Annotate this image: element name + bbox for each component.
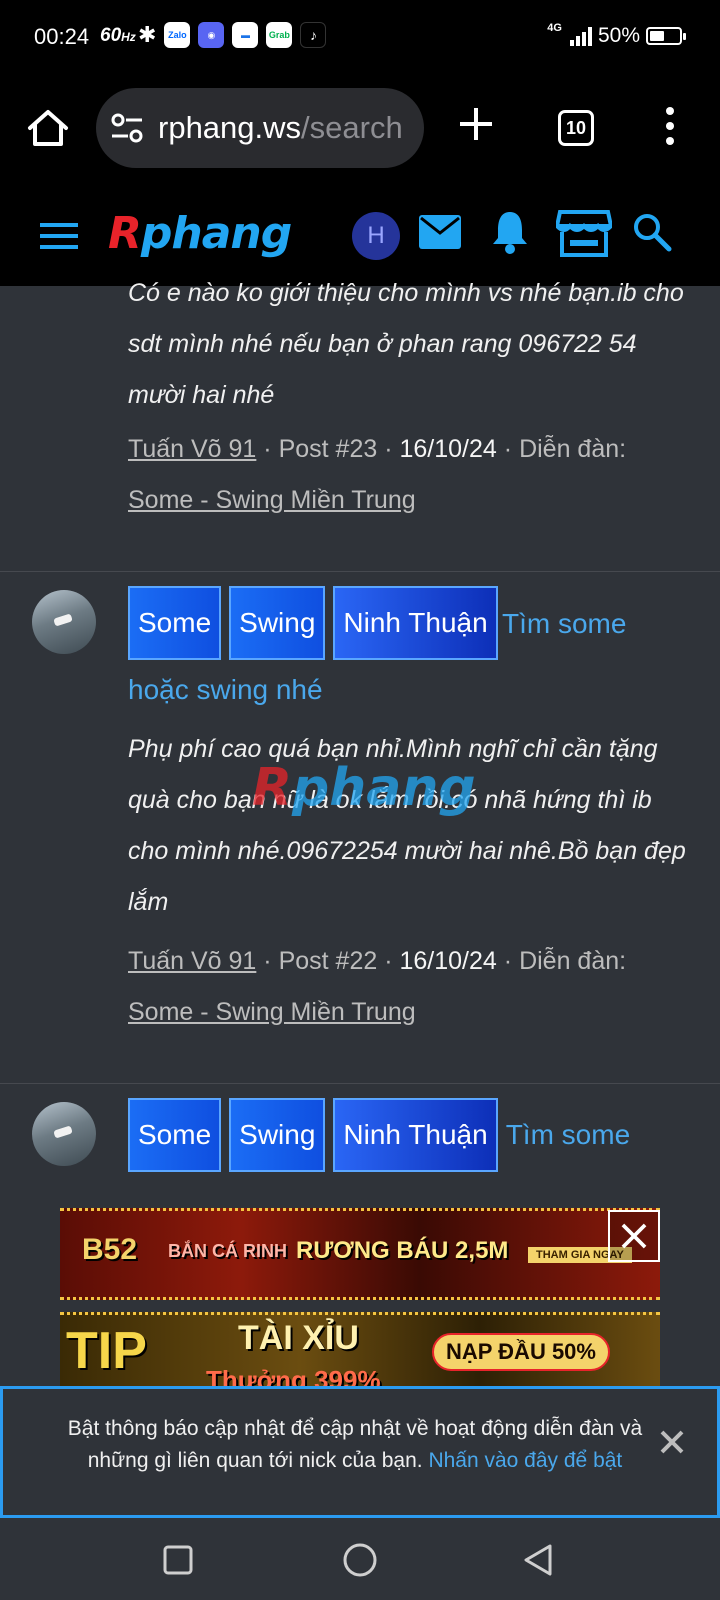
battery-icon xyxy=(646,27,686,45)
network-type: 4G xyxy=(547,22,562,34)
forum-label: Diễn đàn: xyxy=(519,947,627,975)
banner-ad[interactable]: B52 BẮN CÁ RINH RƯƠNG BÁU 2,5M THAM GIA … xyxy=(60,1208,660,1300)
search-icon[interactable] xyxy=(632,212,672,252)
signal-icon xyxy=(569,26,592,46)
ad-text: TÀI XỈU xyxy=(238,1319,359,1357)
notification-message: Bật thông báo cập nhật để cập nhật về ho… xyxy=(67,1417,643,1472)
tiktok-icon: ♪ xyxy=(300,22,327,48)
zalo-icon: Zalo xyxy=(164,22,191,48)
post-date: 16/10/24 xyxy=(399,435,497,463)
grab-icon: Grab xyxy=(266,22,293,48)
post-date: 16/10/24 xyxy=(399,947,497,975)
post-meta: Tuấn Võ 91 · Post #23 · 16/10/24 · Diễn … xyxy=(128,435,627,514)
ad-text: BẮN CÁ RINH xyxy=(168,1241,287,1261)
mail-icon[interactable] xyxy=(418,214,462,250)
address-bar[interactable]: rphang.ws/search xyxy=(96,88,424,168)
ad-text: RƯƠNG BÁU 2,5M xyxy=(296,1237,509,1264)
ad-text: B52 xyxy=(82,1233,138,1266)
battery-percent: 50% xyxy=(597,24,640,47)
new-tab-icon[interactable] xyxy=(456,104,496,144)
post-snippet[interactable]: Có e nào ko giới thiệu cho mình vs nhé b… xyxy=(128,268,688,421)
ad-text: NẠP ĐẦU 50% xyxy=(432,1333,610,1371)
system-indicators: 4G 50% xyxy=(547,22,686,48)
site-settings-icon[interactable] xyxy=(110,112,144,144)
url-text: rphang.ws/search xyxy=(158,110,403,145)
close-icon[interactable] xyxy=(659,1429,685,1455)
messages-icon: ▬ xyxy=(232,22,259,48)
author-avatar[interactable] xyxy=(32,590,96,654)
author-link[interactable]: Tuấn Võ 91 xyxy=(128,435,256,463)
post-meta: Tuấn Võ 91 · Post #22 · 16/10/24 · Diễn … xyxy=(128,947,627,1026)
search-result-item[interactable]: Có e nào ko giới thiệu cho mình vs nhé b… xyxy=(0,279,720,572)
author-link[interactable]: Tuấn Võ 91 xyxy=(128,947,256,975)
bell-icon[interactable] xyxy=(490,208,530,254)
more-menu-icon[interactable] xyxy=(664,106,676,146)
discord-icon: ◉ xyxy=(198,22,225,48)
post-number[interactable]: Post #23 xyxy=(279,435,378,463)
search-result-item[interactable]: Some Swing Ninh Thuận Tìm some hoặc swin… xyxy=(0,572,720,1084)
push-notification-banner: Bật thông báo cập nhật để cập nhật về ho… xyxy=(0,1386,720,1518)
store-icon[interactable] xyxy=(556,208,612,258)
hamburger-menu-icon[interactable] xyxy=(40,222,78,250)
search-results: Có e nào ko giới thiệu cho mình vs nhé b… xyxy=(0,279,720,1392)
clock: 00:24 xyxy=(34,24,90,49)
post-snippet[interactable]: Phụ phí cao quá bạn nhỉ.Mình nghĩ chỉ cầ… xyxy=(128,724,688,928)
home-circle-icon[interactable] xyxy=(340,1540,380,1580)
tab-switcher-button[interactable]: 10 xyxy=(558,110,594,146)
forum-label: Diễn đàn: xyxy=(519,435,627,463)
close-ad-icon[interactable] xyxy=(608,1210,660,1262)
recents-icon[interactable] xyxy=(158,1540,198,1580)
status-bar: 00:24 60Hz ✱ Zalo ◉ ▬ Grab ♪ 4G 50% xyxy=(0,0,720,76)
bluetooth-icon: ✱ xyxy=(138,22,157,47)
thread-title-link[interactable]: Tìm some hoặc swing nhé xyxy=(128,591,688,723)
author-avatar[interactable] xyxy=(32,1102,96,1166)
user-avatar[interactable]: H xyxy=(352,212,400,260)
tag-some[interactable]: Some xyxy=(128,1098,222,1172)
site-logo[interactable]: Rphang xyxy=(108,208,292,259)
tag-ninh-thuan[interactable]: Ninh Thuận xyxy=(333,1098,498,1172)
enable-notifications-link[interactable]: Nhấn vào đây để bật xyxy=(428,1449,622,1472)
tag-swing[interactable]: Swing xyxy=(229,1098,326,1172)
thread-title-link[interactable]: Tìm some xyxy=(506,1102,630,1168)
forum-link[interactable]: Some - Swing Miền Trung xyxy=(128,486,416,514)
refresh-rate: 60Hz xyxy=(100,25,136,46)
ad-text: TIP xyxy=(66,1322,147,1380)
post-number[interactable]: Post #22 xyxy=(279,947,378,975)
browser-toolbar: rphang.ws/search 10 xyxy=(0,76,720,194)
battery-level xyxy=(650,31,664,41)
banner-ad[interactable]: TIP TÀI XỈU Thưởng 399% NẠP ĐẦU 50% xyxy=(60,1312,660,1392)
forum-link[interactable]: Some - Swing Miền Trung xyxy=(128,998,416,1026)
home-icon[interactable] xyxy=(26,106,70,150)
notification-icons: ✱ Zalo ◉ ▬ Grab ♪ xyxy=(138,22,327,48)
thread-prefix-tags: Some Swing Ninh Thuận Tìm some xyxy=(128,1098,630,1172)
back-icon[interactable] xyxy=(518,1540,558,1580)
system-nav-bar xyxy=(0,1518,720,1600)
